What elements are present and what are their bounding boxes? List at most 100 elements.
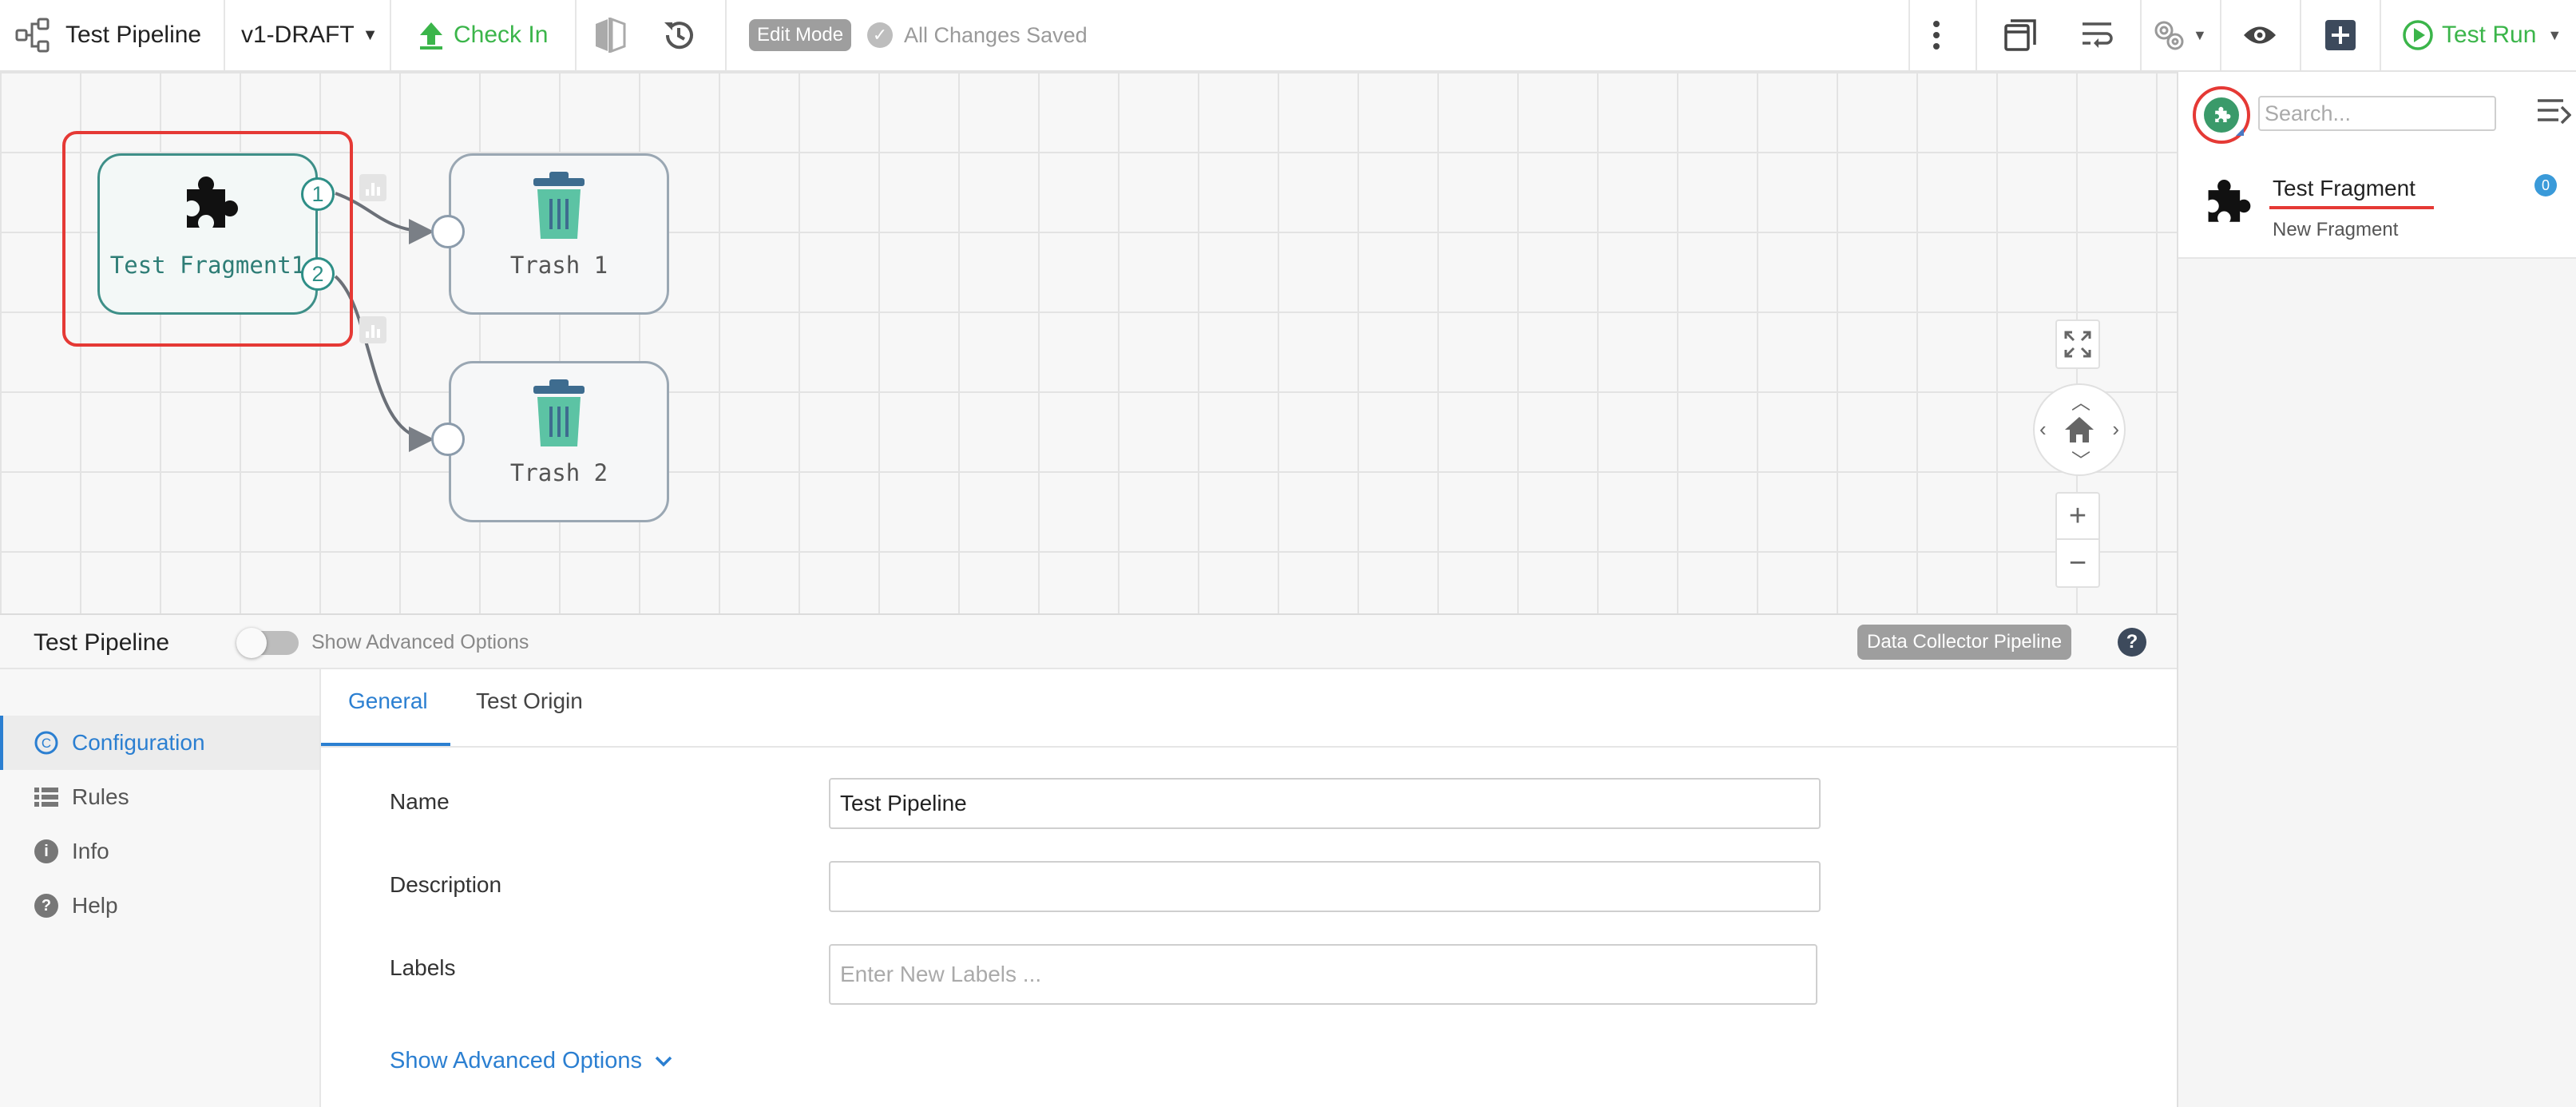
node-label: Trash 1 bbox=[509, 252, 608, 279]
fragment-filter-icon bbox=[2204, 97, 2244, 136]
version-label: v1-DRAFT bbox=[241, 22, 355, 48]
pan-control[interactable]: ︿ ﹀ ‹ › bbox=[2033, 383, 2126, 476]
tab-general[interactable]: General bbox=[348, 688, 428, 714]
nav-label: Rules bbox=[72, 784, 129, 809]
trash-stage-node[interactable]: Trash 2 bbox=[449, 361, 669, 522]
trash-icon bbox=[530, 379, 588, 452]
configuration-icon: C bbox=[34, 730, 59, 756]
minus-icon: − bbox=[2068, 546, 2087, 580]
pan-down-icon[interactable]: ﹀ bbox=[2071, 445, 2091, 473]
tab-test-origin[interactable]: Test Origin bbox=[476, 688, 583, 714]
chevron-down-icon bbox=[655, 1056, 672, 1066]
divider bbox=[575, 0, 577, 70]
library-filter-button[interactable] bbox=[2193, 86, 2250, 144]
advanced-options-toggle[interactable] bbox=[236, 628, 299, 658]
library-search-input[interactable] bbox=[2258, 96, 2496, 131]
compare-icon[interactable] bbox=[592, 0, 628, 70]
nav-rules[interactable]: Rules bbox=[0, 770, 319, 824]
config-header: Test Pipeline Show Advanced Options Data… bbox=[0, 613, 2177, 669]
stage-library-icon[interactable] bbox=[2003, 0, 2038, 70]
zoom-out-button[interactable]: − bbox=[2055, 540, 2100, 588]
library-item-name: Test Fragment bbox=[2273, 176, 2415, 200]
help-icon[interactable]: ? bbox=[2118, 628, 2146, 657]
zoom-in-button[interactable]: + bbox=[2055, 492, 2100, 540]
sort-list-icon[interactable] bbox=[2536, 96, 2572, 132]
expand-icon bbox=[2064, 331, 2091, 358]
history-icon[interactable] bbox=[661, 0, 696, 70]
divider bbox=[725, 0, 727, 70]
caret-down-icon: ▼ bbox=[362, 26, 378, 44]
divider bbox=[390, 0, 391, 70]
stats-icon[interactable] bbox=[359, 316, 386, 343]
fit-to-screen-button[interactable] bbox=[2055, 319, 2100, 369]
saved-status-text: All Changes Saved bbox=[904, 22, 1088, 47]
pipeline-canvas[interactable]: Test Fragment1 1 2 Trash 1 Trash 2 ︿ ﹀ ‹… bbox=[0, 72, 2177, 613]
preview-eye-icon[interactable] bbox=[2242, 0, 2277, 70]
trash-stage-node[interactable]: Trash 1 bbox=[449, 153, 669, 315]
upload-arrow-icon bbox=[420, 22, 442, 50]
input-port[interactable] bbox=[431, 423, 465, 456]
stats-icon[interactable] bbox=[359, 174, 386, 201]
show-advanced-options-link[interactable]: Show Advanced Options bbox=[390, 1048, 672, 1074]
edit-mode-badge: Edit Mode bbox=[749, 19, 852, 51]
pan-right-icon[interactable]: › bbox=[2112, 417, 2119, 442]
selection-highlight bbox=[62, 131, 353, 347]
help-icon: ? bbox=[34, 893, 59, 919]
input-port[interactable] bbox=[431, 215, 465, 248]
test-run-button[interactable]: Test Run ▼ bbox=[2402, 0, 2562, 70]
nav-help[interactable]: ? Help bbox=[0, 879, 319, 933]
config-title: Test Pipeline bbox=[34, 629, 170, 656]
labels-label: Labels bbox=[390, 955, 456, 980]
version-dropdown[interactable]: v1-DRAFT ▼ bbox=[241, 0, 378, 70]
info-icon: i bbox=[34, 839, 59, 864]
home-icon[interactable] bbox=[2063, 415, 2095, 444]
library-header bbox=[2178, 72, 2576, 155]
tab-bar-divider bbox=[321, 746, 2178, 748]
divider bbox=[1976, 0, 1977, 70]
play-circle-icon bbox=[2403, 20, 2433, 50]
more-vertical-icon[interactable] bbox=[1932, 0, 1940, 70]
add-stage-icon[interactable] bbox=[2325, 0, 2356, 70]
config-side-nav: C Configuration Rules i Info ? Help bbox=[0, 669, 319, 1107]
nav-info[interactable]: i Info bbox=[0, 824, 319, 879]
pan-left-icon[interactable]: ‹ bbox=[2039, 417, 2047, 442]
library-item[interactable]: Test Fragment New Fragment 0 bbox=[2178, 155, 2576, 259]
check-in-button[interactable]: Check In bbox=[418, 0, 548, 70]
pipeline-title: Test Pipeline bbox=[65, 22, 202, 48]
list-icon bbox=[34, 784, 59, 810]
saved-status: ✓ All Changes Saved bbox=[867, 0, 1088, 70]
name-field[interactable] bbox=[829, 778, 1821, 829]
divider bbox=[224, 0, 225, 70]
theme-dropdown[interactable]: ▼ bbox=[2151, 0, 2207, 70]
stage-library-panel: Test Fragment New Fragment 0 bbox=[2177, 72, 2576, 1107]
nav-configuration[interactable]: C Configuration bbox=[0, 716, 319, 770]
divider bbox=[2380, 0, 2381, 70]
gears-icon bbox=[2154, 21, 2184, 50]
check-circle-icon: ✓ bbox=[867, 22, 893, 48]
name-label: Name bbox=[390, 789, 450, 814]
config-main: General Test Origin Name Description Lab… bbox=[319, 669, 2178, 1107]
trash-icon bbox=[530, 172, 588, 244]
pipeline-type-badge: Data Collector Pipeline bbox=[1857, 625, 2072, 660]
divider bbox=[1908, 0, 1910, 70]
library-item-count-badge: 0 bbox=[2534, 174, 2557, 196]
test-run-label: Test Run bbox=[2442, 22, 2537, 48]
pan-up-icon[interactable]: ︿ bbox=[2071, 387, 2091, 415]
divider bbox=[2300, 0, 2301, 70]
advanced-options-toggle-label: Show Advanced Options bbox=[311, 631, 529, 653]
labels-field[interactable] bbox=[829, 944, 1817, 1005]
divider bbox=[2140, 0, 2142, 70]
puzzle-icon bbox=[2199, 176, 2252, 232]
caret-down-icon: ▼ bbox=[2193, 26, 2207, 43]
caret-down-icon: ▼ bbox=[2547, 26, 2562, 43]
library-item-subtitle: New Fragment bbox=[2273, 219, 2399, 240]
nav-label: Info bbox=[72, 839, 109, 863]
svg-text:C: C bbox=[42, 736, 51, 751]
divider bbox=[2220, 0, 2221, 70]
auto-arrange-icon[interactable] bbox=[2079, 0, 2114, 70]
pipeline-icon[interactable] bbox=[14, 0, 53, 70]
description-field[interactable] bbox=[829, 861, 1821, 912]
description-label: Description bbox=[390, 872, 502, 897]
toolbar: Test Pipeline v1-DRAFT ▼ Check In Edit M… bbox=[0, 0, 2576, 72]
nav-label: Help bbox=[72, 893, 118, 918]
